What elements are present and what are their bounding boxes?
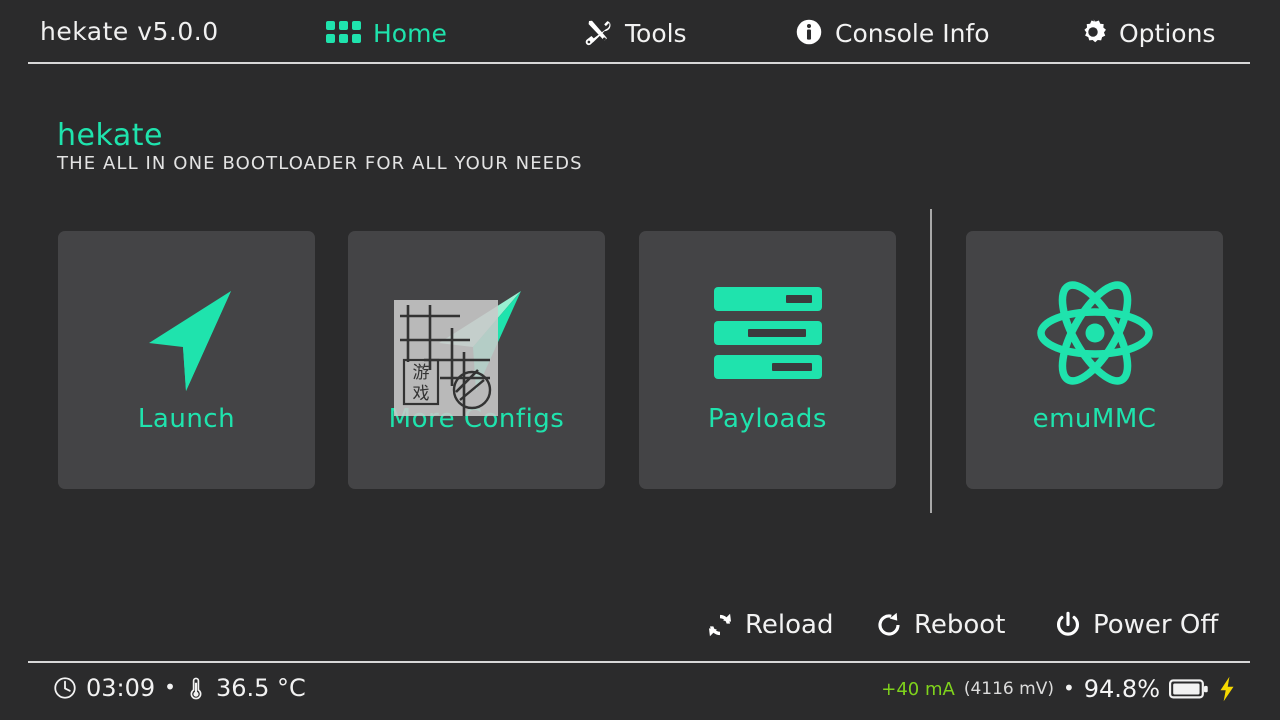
tile-launch-label: Launch (58, 404, 315, 434)
clock-icon (53, 676, 77, 700)
power-off-button[interactable]: Power Off (1054, 606, 1218, 644)
nav-item-tools[interactable]: Tools (583, 12, 687, 52)
battery-voltage-value: (4116 mV) (964, 679, 1054, 699)
nav-item-tools-label: Tools (625, 21, 687, 46)
battery-percent-value: 94.8% (1084, 675, 1160, 703)
tile-payloads[interactable]: Payloads (639, 231, 896, 489)
info-icon (795, 18, 823, 46)
refresh-icon (706, 611, 734, 639)
power-icon (1054, 611, 1082, 639)
nav-item-options[interactable]: Options (1079, 12, 1215, 52)
navbar-divider (28, 62, 1250, 64)
reload-button-label: Reload (745, 610, 833, 640)
status-separator-right: • (1063, 676, 1075, 700)
app-title: hekate v5.0.0 (40, 17, 219, 46)
clock-value: 03:09 (86, 674, 155, 702)
charging-bolt-icon (1218, 676, 1236, 702)
tile-payloads-label: Payloads (639, 404, 896, 434)
gear-icon (1079, 18, 1107, 46)
tile-emummc[interactable]: emuMMC (966, 231, 1223, 489)
status-bar-left: 03:09 • 36.5 °C (53, 671, 306, 705)
paper-plane-icon (58, 273, 315, 393)
reboot-button[interactable]: Reboot (875, 606, 1005, 644)
power-off-button-label: Power Off (1093, 610, 1218, 640)
thermometer-icon (185, 676, 207, 700)
tile-emummc-label: emuMMC (966, 404, 1223, 434)
server-bars-icon (639, 273, 896, 393)
reboot-button-label: Reboot (914, 610, 1005, 640)
status-bar-right: +40 mA (4116 mV) • 94.8% (881, 672, 1236, 706)
top-navbar: hekate v5.0.0 Home Tools (0, 0, 1280, 64)
battery-current-value: +40 mA (881, 679, 955, 700)
nav-item-options-label: Options (1119, 21, 1215, 46)
paper-plane-icon (348, 273, 605, 393)
tile-more-configs[interactable]: More Configs (348, 231, 605, 489)
tile-launch[interactable]: Launch (58, 231, 315, 489)
tools-icon (583, 17, 613, 47)
nav-item-console-info[interactable]: Console Info (795, 12, 990, 52)
reboot-arrow-icon (875, 611, 903, 639)
nav-item-home-label: Home (373, 21, 447, 46)
page-subtitle: THE ALL IN ONE BOOTLOADER FOR ALL YOUR N… (57, 153, 583, 174)
tile-more-configs-label: More Configs (348, 404, 605, 434)
tile-group-divider (930, 209, 932, 513)
status-bar-divider (28, 661, 1250, 663)
page-title: hekate (57, 118, 163, 153)
grid-icon (326, 21, 361, 43)
nav-item-home[interactable]: Home (326, 12, 447, 52)
atom-icon (966, 273, 1223, 393)
temperature-value: 36.5 °C (216, 674, 306, 702)
status-separator: • (164, 675, 176, 699)
hekate-bootloader-screen: hekate v5.0.0 Home Tools (0, 0, 1280, 720)
reload-button[interactable]: Reload (706, 606, 833, 644)
battery-icon (1169, 678, 1209, 700)
nav-item-console-info-label: Console Info (835, 21, 990, 46)
